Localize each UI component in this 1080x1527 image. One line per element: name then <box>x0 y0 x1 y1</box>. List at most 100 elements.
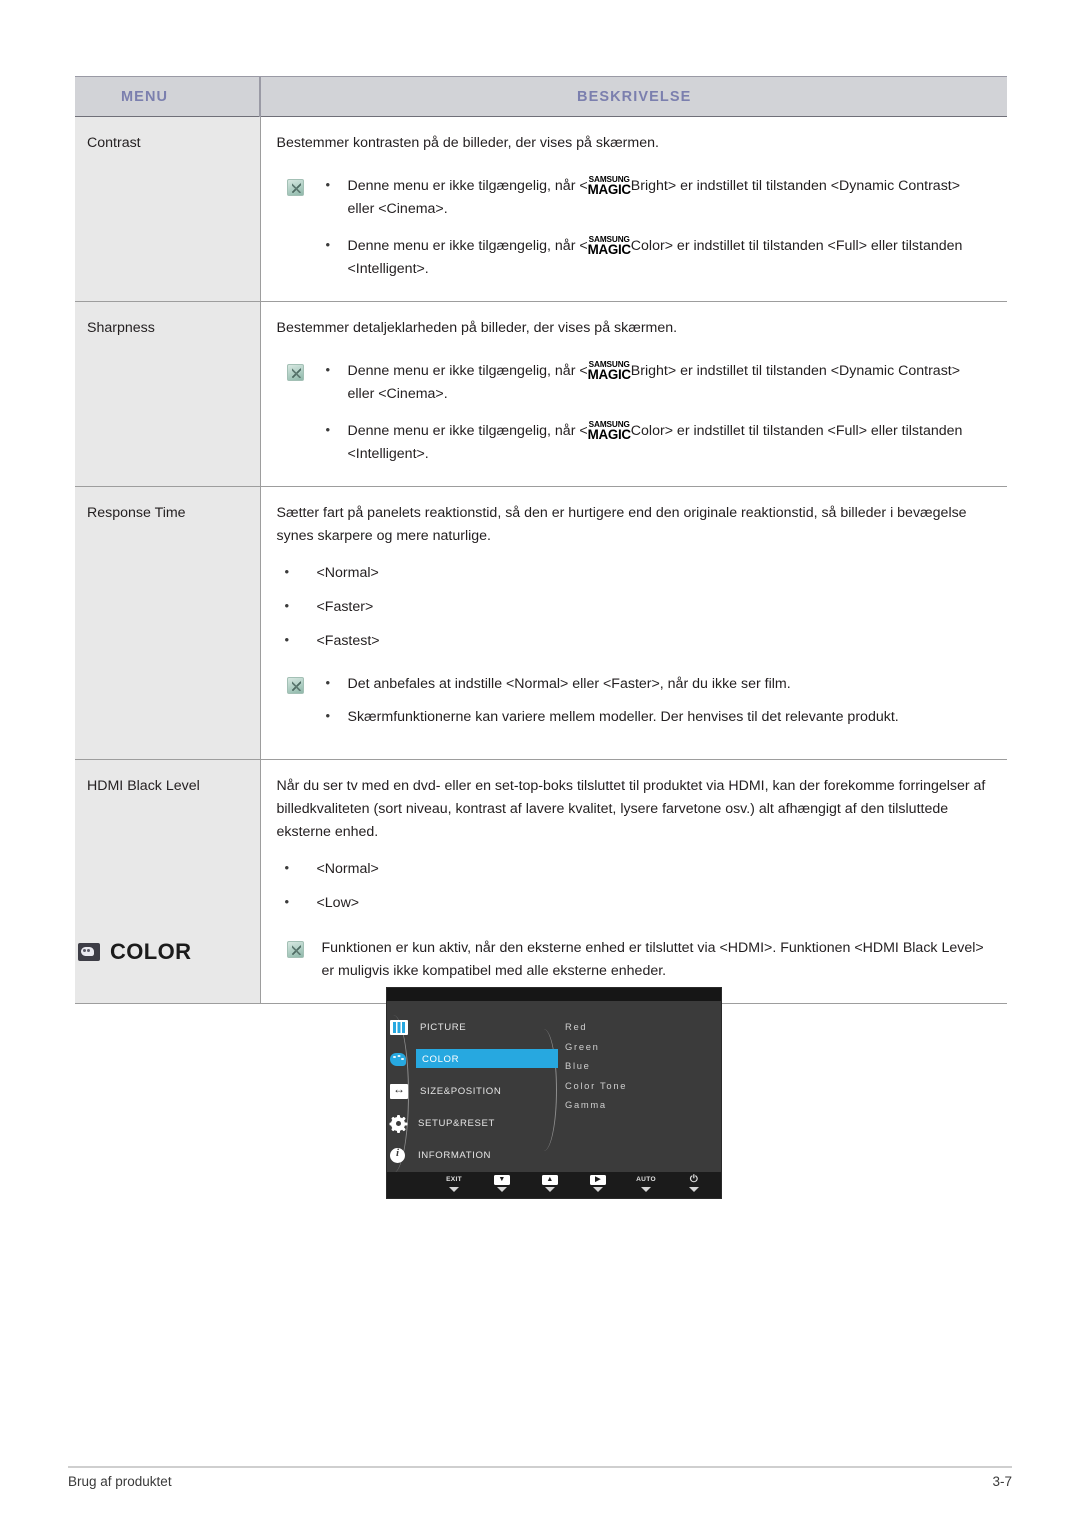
note-text-a: Denne menu er ikke tilgængelig, når < <box>347 423 588 439</box>
note-text-a: Denne menu er ikke tilgængelig, når < <box>347 238 588 254</box>
osd-option-gamma[interactable]: Gamma <box>565 1099 627 1110</box>
osd-item-information[interactable]: INFORMATION <box>387 1143 559 1168</box>
osd-item-color[interactable]: COLOR <box>387 1047 559 1072</box>
osd-item-label: INFORMATION <box>418 1150 492 1161</box>
list-item: Denne menu er ikke tilgængelig, når <SAM… <box>322 174 990 221</box>
description-response-time: Sætter fart på panelets reaktionstid, så… <box>260 486 1007 760</box>
description-intro: Bestemmer detaljeklarheden på billeder, … <box>276 320 678 336</box>
magic-logo-bottom: MAGIC <box>587 367 631 382</box>
note-list: Denne menu er ikke tilgængelig, når <SAM… <box>322 359 990 466</box>
column-header-menu: MENU <box>75 76 260 117</box>
caret-down-icon <box>593 1187 603 1192</box>
osd-menu-screenshot: PICTURE COLOR SIZE&POSITION SETUP&RESET <box>386 987 722 1199</box>
osd-button-label: EXIT <box>446 1176 462 1183</box>
table-row: Sharpness Bestemmer detaljeklarheden på … <box>75 301 1007 487</box>
osd-option-green[interactable]: Green <box>565 1041 627 1052</box>
description-sharpness: Bestemmer detaljeklarheden på billeder, … <box>260 301 1007 487</box>
osd-item-setup-reset[interactable]: SETUP&RESET <box>387 1111 559 1136</box>
picture-icon <box>390 1020 408 1035</box>
note-text-a: Denne menu er ikke tilgængelig, når < <box>347 363 588 379</box>
menu-name-hdmi-black-level: HDMI Black Level <box>75 759 261 1004</box>
osd-button-down[interactable]: ▼ <box>487 1174 517 1192</box>
note-icon <box>286 364 304 381</box>
list-item: <Normal> <box>277 857 990 881</box>
note-body: Funktionen er kun aktiv, når den ekstern… <box>321 940 984 979</box>
list-item: Skærmfunktionerne kan variere mellem mod… <box>322 705 990 729</box>
osd-item-size-position[interactable]: SIZE&POSITION <box>387 1079 559 1104</box>
section-heading-color: COLOR <box>78 939 191 965</box>
note-block: Denne menu er ikke tilgængelig, når <SAM… <box>277 174 990 281</box>
document-page: MENU BESKRIVELSE Contrast Bestemmer kont… <box>0 0 1080 1527</box>
footer-section-label: Brug af produktet <box>68 1474 172 1489</box>
osd-option-blue[interactable]: Blue <box>565 1060 627 1071</box>
option-list: <Normal> <Low> <box>277 857 990 915</box>
osd-button-power[interactable]: ⏻ <box>679 1174 709 1192</box>
note-icon <box>286 179 304 196</box>
osd-body: PICTURE COLOR SIZE&POSITION SETUP&RESET <box>387 1001 721 1175</box>
osd-button-label: ▲ <box>542 1174 558 1185</box>
palette-icon <box>390 1052 410 1068</box>
list-item: Denne menu er ikke tilgængelig, når <SAM… <box>322 419 990 466</box>
footer-divider <box>68 1466 1012 1468</box>
description-intro: Når du ser tv med en dvd- eller en set-t… <box>276 778 986 840</box>
palette-icon <box>78 943 100 961</box>
description-intro: Sætter fart på panelets reaktionstid, så… <box>276 505 967 544</box>
osd-item-label: PICTURE <box>420 1022 467 1033</box>
note-text-a: Denne menu er ikke tilgængelig, når < <box>347 178 588 194</box>
arrow-down-icon: ▼ <box>494 1174 510 1185</box>
table-header-row: MENU BESKRIVELSE <box>75 76 1007 117</box>
list-item: <Fastest> <box>277 629 990 653</box>
samsung-magic-logo: SAMSUNG MAGIC <box>587 176 631 197</box>
osd-button-label: ▼ <box>494 1174 510 1185</box>
caret-down-icon <box>449 1187 459 1192</box>
magic-logo-bottom: MAGIC <box>587 182 631 197</box>
description-intro: Bestemmer kontrasten på de billeder, der… <box>276 135 659 151</box>
note-body: Denne menu er ikke tilgængelig, når <SAM… <box>322 174 990 281</box>
note-icon <box>286 941 304 958</box>
list-item: <Normal> <box>277 561 990 585</box>
note-icon <box>286 677 304 694</box>
osd-option-red[interactable]: Red <box>565 1021 627 1032</box>
list-item: <Low> <box>277 891 990 915</box>
description-contrast: Bestemmer kontrasten på de billeder, der… <box>260 116 1007 302</box>
note-body: Denne menu er ikke tilgængelig, når <SAM… <box>322 359 990 466</box>
osd-menu-list: PICTURE COLOR SIZE&POSITION SETUP&RESET <box>387 1015 559 1175</box>
osd-item-label: SETUP&RESET <box>418 1118 495 1129</box>
osd-top-bar <box>387 988 721 1001</box>
osd-item-label: COLOR <box>422 1054 460 1065</box>
list-item: <Faster> <box>277 595 990 619</box>
osd-item-picture[interactable]: PICTURE <box>387 1015 559 1040</box>
caret-down-icon <box>689 1187 699 1192</box>
note-list: Denne menu er ikke tilgængelig, når <SAM… <box>322 174 990 281</box>
osd-button-label: ▶ <box>590 1174 606 1185</box>
samsung-magic-logo: SAMSUNG MAGIC <box>587 361 631 382</box>
osd-submenu-list: Red Green Blue Color Tone Gamma <box>565 1021 627 1119</box>
osd-button-enter[interactable]: ▶ <box>583 1174 613 1192</box>
note-block: Denne menu er ikke tilgængelig, når <SAM… <box>277 359 990 466</box>
arrow-right-icon: ▶ <box>590 1174 606 1185</box>
column-header-description: BESKRIVELSE <box>259 76 1007 117</box>
gear-icon <box>389 1114 408 1133</box>
gear-teeth <box>389 1114 408 1133</box>
osd-option-color-tone[interactable]: Color Tone <box>565 1080 627 1091</box>
menu-name-response-time: Response Time <box>75 486 261 760</box>
page-title: COLOR <box>110 939 192 964</box>
table-row: Contrast Bestemmer kontrasten på de bill… <box>75 116 1007 302</box>
samsung-magic-logo: SAMSUNG MAGIC <box>587 236 631 257</box>
list-item: Denne menu er ikke tilgængelig, når <SAM… <box>322 234 990 281</box>
magic-logo-bottom: MAGIC <box>587 427 631 442</box>
description-hdmi-black-level: Når du ser tv med en dvd- eller en set-t… <box>260 759 1007 1004</box>
osd-button-up[interactable]: ▲ <box>535 1174 565 1192</box>
osd-button-auto[interactable]: AUTO <box>631 1174 661 1192</box>
note-block: Det anbefales at indstille <Normal> elle… <box>277 672 990 739</box>
caret-down-icon <box>497 1187 507 1192</box>
resize-arrows-icon <box>390 1082 408 1099</box>
osd-button-label: AUTO <box>636 1176 656 1183</box>
magic-logo-bottom: MAGIC <box>587 242 631 257</box>
osd-button-exit[interactable]: EXIT <box>439 1174 469 1192</box>
list-item: Det anbefales at indstille <Normal> elle… <box>322 672 990 696</box>
menu-name-contrast: Contrast <box>75 116 261 302</box>
note-list: Det anbefales at indstille <Normal> elle… <box>322 672 990 729</box>
samsung-magic-logo: SAMSUNG MAGIC <box>587 421 631 442</box>
note-body: Det anbefales at indstille <Normal> elle… <box>322 672 990 739</box>
